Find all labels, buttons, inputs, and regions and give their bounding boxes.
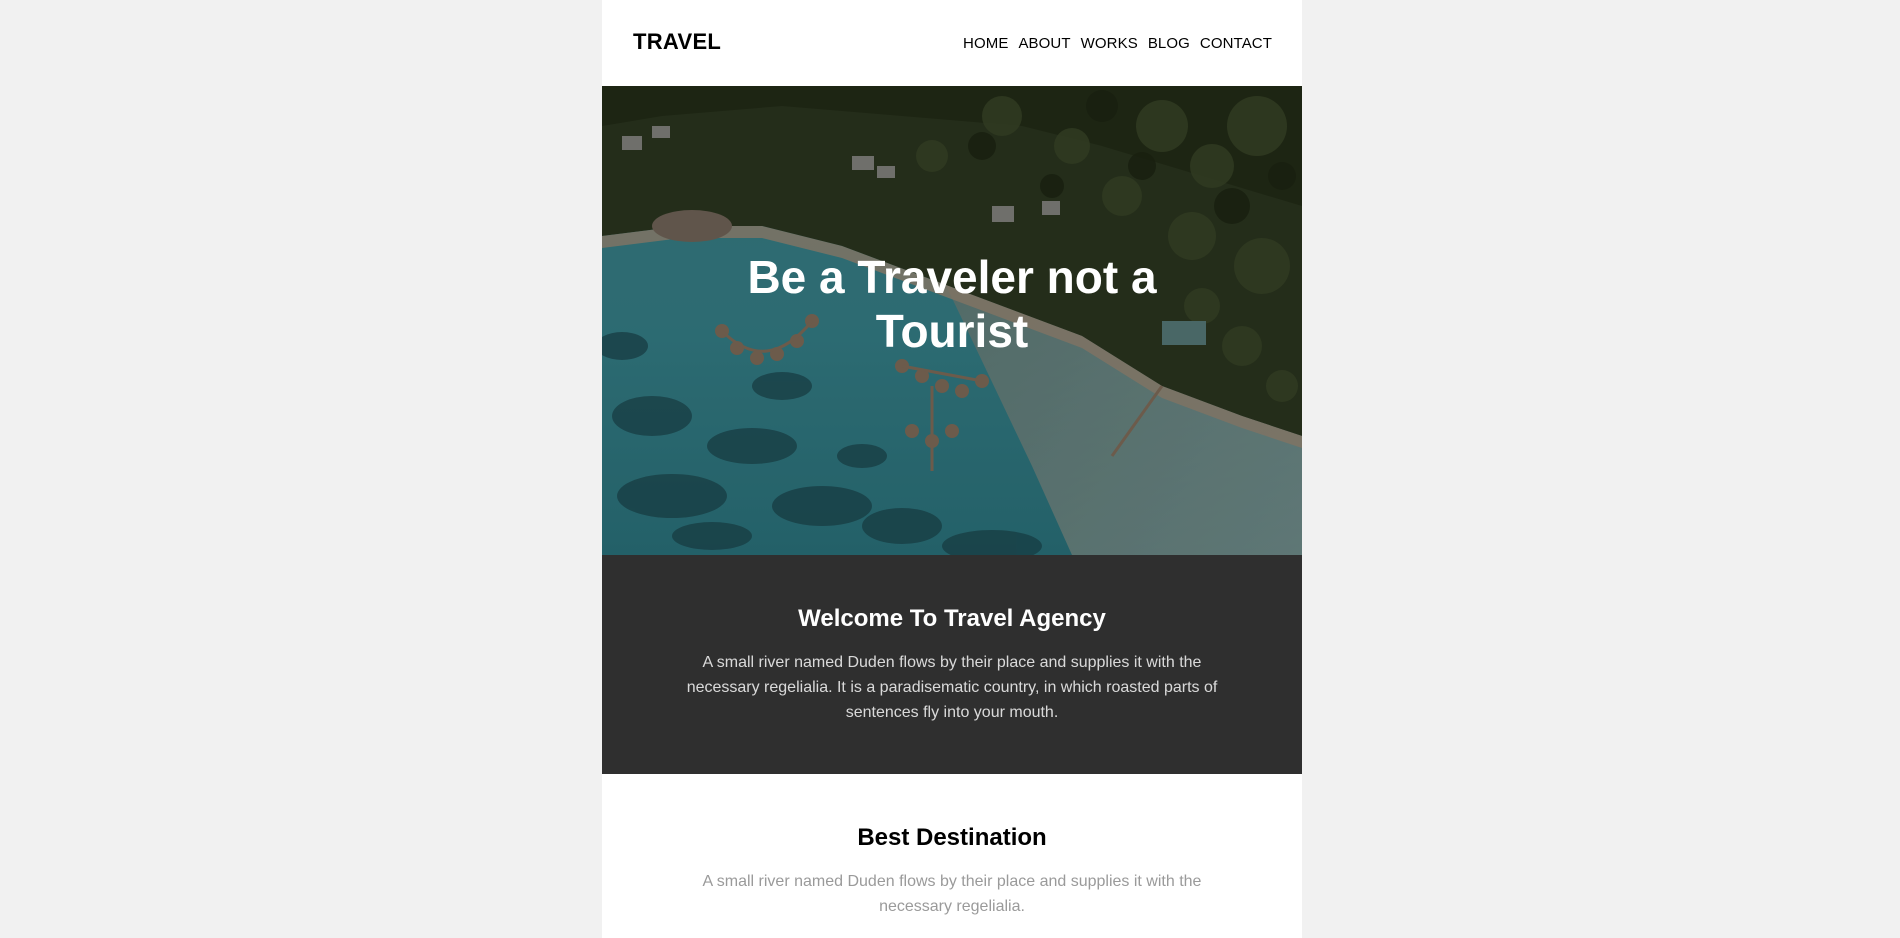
email-container: TRAVEL HOME ABOUT WORKS BLOG CONTACT Be … xyxy=(602,0,1302,938)
nav-blog[interactable]: BLOG xyxy=(1148,35,1190,52)
nav-works[interactable]: WORKS xyxy=(1081,35,1138,52)
welcome-section: Welcome To Travel Agency A small river n… xyxy=(602,555,1302,774)
nav-contact[interactable]: CONTACT xyxy=(1200,35,1272,52)
logo[interactable]: TRAVEL xyxy=(633,29,721,55)
welcome-text: A small river named Duden flows by their… xyxy=(686,654,1218,721)
welcome-title: Welcome To Travel Agency xyxy=(798,605,1106,632)
main-nav: HOME ABOUT WORKS BLOG CONTACT xyxy=(963,35,1272,52)
header: TRAVEL HOME ABOUT WORKS BLOG CONTACT xyxy=(602,0,1302,86)
nav-home[interactable]: HOME xyxy=(963,35,1008,52)
destination-section: Best Destination A small river named Dud… xyxy=(602,774,1302,919)
hero-title: Be a Traveler not a Tourist xyxy=(747,251,1157,357)
hero-banner: Be a Traveler not a Tourist xyxy=(602,86,1302,555)
destination-title: Best Destination xyxy=(857,824,1047,851)
destination-text: A small river named Duden flows by their… xyxy=(702,873,1202,915)
nav-about[interactable]: ABOUT xyxy=(1018,35,1070,52)
